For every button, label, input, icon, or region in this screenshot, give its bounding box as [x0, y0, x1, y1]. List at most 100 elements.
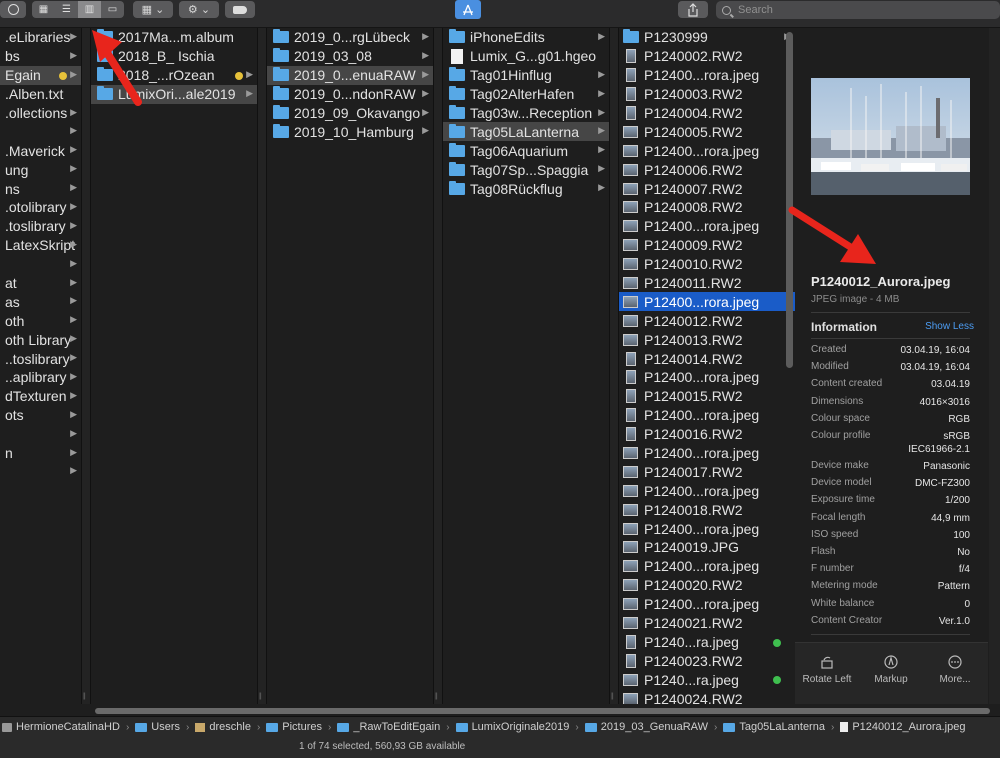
- folder-item[interactable]: Tag07Sp...Spaggia ▶: [443, 160, 609, 179]
- folder-item[interactable]: Tag01Hinflug ▶: [443, 66, 609, 85]
- file-item[interactable]: P1240024.RW2: [619, 689, 795, 704]
- path-segment[interactable]: Pictures: [266, 721, 322, 733]
- file-item[interactable]: P1240003.RW2: [619, 85, 795, 104]
- file-item[interactable]: P1240002.RW2: [619, 47, 795, 66]
- file-item[interactable]: P12400...rora.jpeg: [619, 66, 795, 85]
- search-input[interactable]: Search: [716, 1, 1000, 19]
- sidebar-item[interactable]: LatexSkript ▶: [0, 236, 81, 255]
- folder-item[interactable]: Tag05LaLanterna ▶: [443, 122, 609, 142]
- sidebar-item[interactable]: .ollections ▶: [0, 104, 81, 123]
- file-item[interactable]: P1240007.RW2: [619, 179, 795, 198]
- sidebar-item[interactable]: .toslibrary ▶: [0, 217, 81, 236]
- file-item[interactable]: P12400...rora.jpeg: [619, 292, 795, 312]
- file-item[interactable]: P12400...rora.jpeg: [619, 444, 795, 463]
- files-scrollbar[interactable]: [786, 32, 793, 368]
- sidebar-item[interactable]: .Alben.txt: [0, 85, 81, 104]
- tags-button[interactable]: [225, 1, 255, 18]
- file-item[interactable]: P1240011.RW2: [619, 274, 795, 293]
- file-item[interactable]: P1240013.RW2: [619, 330, 795, 349]
- file-item[interactable]: P12400...rora.jpeg: [619, 519, 795, 538]
- file-item[interactable]: P1230999▶: [619, 28, 795, 47]
- group-button[interactable]: ▦ ⌄: [133, 1, 173, 18]
- folder-item[interactable]: 2019_10_Hamburg ▶: [267, 122, 433, 141]
- sidebar-item[interactable]: ▶: [0, 425, 81, 444]
- file-item[interactable]: P1240019.JPG: [619, 538, 795, 557]
- folder-item[interactable]: 2019_03_08 ▶: [267, 47, 433, 66]
- path-segment[interactable]: 2019_03_GenuaRAW: [584, 721, 708, 733]
- file-item[interactable]: P1240008.RW2: [619, 198, 795, 217]
- file-item[interactable]: P1240015.RW2: [619, 387, 795, 406]
- file-item[interactable]: P12400...rora.jpeg: [619, 368, 795, 387]
- rotate-left-button[interactable]: Rotate Left: [795, 655, 859, 685]
- preview-scrollbar[interactable]: [989, 28, 1000, 704]
- folder-item[interactable]: Tag02AlterHafen ▶: [443, 85, 609, 104]
- share-button[interactable]: [678, 1, 708, 18]
- file-item[interactable]: P1240006.RW2: [619, 160, 795, 179]
- folder-item[interactable]: iPhoneEdits ▶: [443, 28, 609, 47]
- column-resize-handle[interactable]: [433, 28, 443, 704]
- app-button[interactable]: [455, 0, 481, 19]
- sidebar-item[interactable]: .Maverick ▶: [0, 141, 81, 160]
- horizontal-scrollbar[interactable]: [95, 708, 990, 714]
- file-item[interactable]: P12400...rora.jpeg: [619, 217, 795, 236]
- column-lumix-folders[interactable]: 2019_0...rgLübeck ▶ 2019_03_08 ▶ 2019_0...en…: [267, 28, 433, 704]
- file-item[interactable]: P1240010.RW2: [619, 255, 795, 274]
- sidebar-item[interactable]: ns ▶: [0, 179, 81, 198]
- file-item[interactable]: P1240018.RW2: [619, 500, 795, 519]
- file-item[interactable]: P1240016.RW2: [619, 425, 795, 444]
- file-item[interactable]: P12400...rora.jpeg: [619, 557, 795, 576]
- view-mode-control[interactable]: ▦ ☰ ▥ ▭: [32, 1, 124, 18]
- file-item[interactable]: P12400...rora.jpeg: [619, 595, 795, 614]
- sidebar-item[interactable]: oth Library ▶: [0, 330, 81, 349]
- file-item[interactable]: P1240009.RW2: [619, 236, 795, 255]
- gallery-view-icon[interactable]: ▭: [101, 1, 124, 18]
- folder-item[interactable]: 2019_0...enuaRAW ▶: [267, 65, 433, 85]
- column-sidebar[interactable]: .eLibraries ▶ bs ▶ Egain ▶ .Alben.txt .ollectio…: [0, 28, 81, 704]
- show-less-link[interactable]: Show Less: [925, 321, 974, 332]
- column-collections[interactable]: 2017Ma...m.album 2018_B_ Ischia 2018_...rO…: [91, 28, 257, 704]
- file-item[interactable]: P1240...ra.jpeg: [619, 633, 795, 652]
- column-resize-handle[interactable]: [81, 28, 91, 704]
- path-segment[interactable]: LumixOriginale2019: [455, 721, 569, 733]
- list-view-icon[interactable]: ☰: [55, 1, 78, 18]
- sidebar-item[interactable]: dTexturen ▶: [0, 387, 81, 406]
- sidebar-item[interactable]: ..toslibrary ▶: [0, 349, 81, 368]
- sidebar-item[interactable]: at ▶: [0, 274, 81, 293]
- file-item[interactable]: P1240020.RW2: [619, 576, 795, 595]
- file-item[interactable]: P1240004.RW2: [619, 104, 795, 123]
- column-resize-handle[interactable]: [257, 28, 267, 704]
- sidebar-item[interactable]: ots ▶: [0, 406, 81, 425]
- sidebar-item[interactable]: ▶: [0, 255, 81, 274]
- folder-item[interactable]: 2019_09_Okavango ▶: [267, 104, 433, 123]
- path-segment[interactable]: HermioneCatalinaHD: [2, 721, 120, 733]
- path-segment[interactable]: Tag05LaLanterna: [723, 721, 825, 733]
- folder-item[interactable]: Tag06Aquarium ▶: [443, 141, 609, 160]
- action-button[interactable]: ⚙ ⌄: [179, 1, 219, 18]
- sidebar-item[interactable]: ..aplibrary ▶: [0, 368, 81, 387]
- file-item[interactable]: P1240...ra.jpeg: [619, 670, 795, 689]
- more-button[interactable]: More...: [923, 655, 987, 685]
- folder-item[interactable]: Lumix_G...g01.hgeo: [443, 47, 609, 66]
- sidebar-item[interactable]: oth ▶: [0, 311, 81, 330]
- sidebar-item[interactable]: ▶: [0, 122, 81, 141]
- sidebar-item[interactable]: Egain ▶: [0, 65, 81, 85]
- file-item[interactable]: P12400...rora.jpeg: [619, 481, 795, 500]
- info-button[interactable]: [0, 1, 26, 18]
- sidebar-item[interactable]: as ▶: [0, 292, 81, 311]
- folder-item[interactable]: 2019_0...rgLübeck ▶: [267, 28, 433, 47]
- path-segment[interactable]: _RawToEditEgain: [337, 721, 440, 733]
- sidebar-item[interactable]: bs ▶: [0, 47, 81, 66]
- path-segment[interactable]: Users: [135, 721, 180, 733]
- icon-view-icon[interactable]: ▦: [32, 1, 55, 18]
- path-segment[interactable]: dreschle: [195, 721, 251, 733]
- column-view-icon[interactable]: ▥: [78, 1, 101, 18]
- column-resize-handle[interactable]: [609, 28, 619, 704]
- file-item[interactable]: P1240012.RW2: [619, 311, 795, 330]
- sidebar-item[interactable]: ▶: [0, 462, 81, 481]
- file-item[interactable]: P1240023.RW2: [619, 651, 795, 670]
- file-item[interactable]: P12400...rora.jpeg: [619, 406, 795, 425]
- file-item[interactable]: P1240017.RW2: [619, 462, 795, 481]
- file-item[interactable]: P12400...rora.jpeg: [619, 141, 795, 160]
- file-item[interactable]: P1240014.RW2: [619, 349, 795, 368]
- markup-button[interactable]: Markup: [859, 655, 923, 685]
